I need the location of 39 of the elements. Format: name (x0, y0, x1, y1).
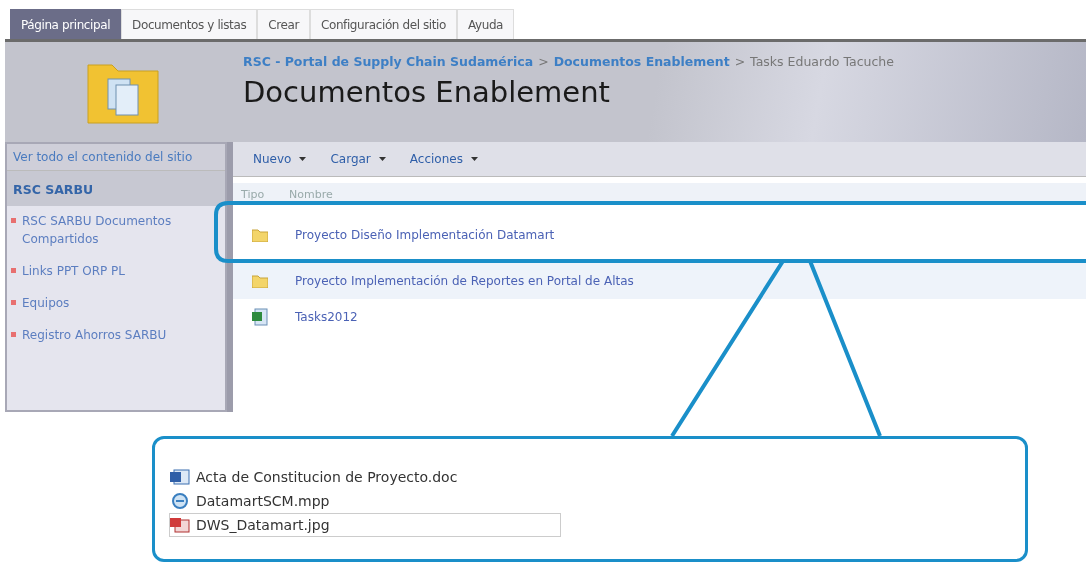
item-link: Proyecto Implementación de Reportes en Portal de Altas (295, 274, 634, 288)
nav-tab[interactable]: Ayuda (457, 9, 515, 39)
nav-tab[interactable]: Configuración del sitio (309, 9, 457, 39)
list-row[interactable]: Proyecto Diseño Implementación Datamart (233, 217, 1086, 253)
folder-icon (252, 274, 268, 288)
sidebar-heading[interactable]: RSC SARBU (13, 182, 94, 197)
bullet-icon (11, 268, 16, 273)
sidebar-link[interactable]: RSC SARBU Documentos Compartidos (22, 212, 221, 248)
spreadsheet-icon (252, 308, 268, 326)
caret-icon (378, 157, 386, 161)
document-icon (170, 469, 190, 485)
file-item[interactable]: Acta de Constitucion de Proyecto.doc (169, 465, 561, 489)
item-link: Tasks2012 (295, 310, 358, 324)
bullet-icon (11, 300, 16, 305)
list-row[interactable]: Tasks2012 (233, 299, 1086, 335)
toolbar-menu[interactable]: Cargar (324, 150, 392, 168)
breadcrumb-separator: > (538, 54, 549, 69)
list-row[interactable]: Proyecto Implementación de Reportes en Portal de Altas (233, 263, 1086, 299)
item-link: Proyecto Diseño Implementación Datamart (295, 228, 555, 242)
caret-icon (299, 157, 307, 161)
toolbar-menu[interactable]: Nuevo (247, 150, 313, 168)
bullet-icon (11, 332, 16, 337)
toolbar-menu[interactable]: Acciones (403, 150, 484, 168)
folder-icon (252, 228, 268, 242)
sidebar-link[interactable]: Links PPT ORP PL (22, 262, 125, 280)
nav-tab[interactable]: Documentos y listas (121, 9, 258, 39)
file-item[interactable]: DatamartSCM.mpp (169, 489, 561, 513)
sidebar-link[interactable]: Registro Ahorros SARBU (22, 326, 167, 344)
breadcrumb-separator: > (734, 54, 746, 69)
caret-icon (470, 157, 478, 161)
image-icon (170, 517, 190, 533)
bullet-icon (11, 218, 16, 223)
nav-tab[interactable]: Página principal (10, 9, 122, 39)
sidebar-link[interactable]: Equipos (22, 294, 70, 312)
breadcrumb-current: Tasks Eduardo Tacuche (750, 54, 894, 69)
nav-tab[interactable]: Crear (257, 9, 310, 39)
page-title: Documentos Enablement (243, 75, 611, 109)
project-icon (170, 493, 190, 509)
file-item[interactable]: DWS_Datamart.jpg (169, 513, 561, 537)
